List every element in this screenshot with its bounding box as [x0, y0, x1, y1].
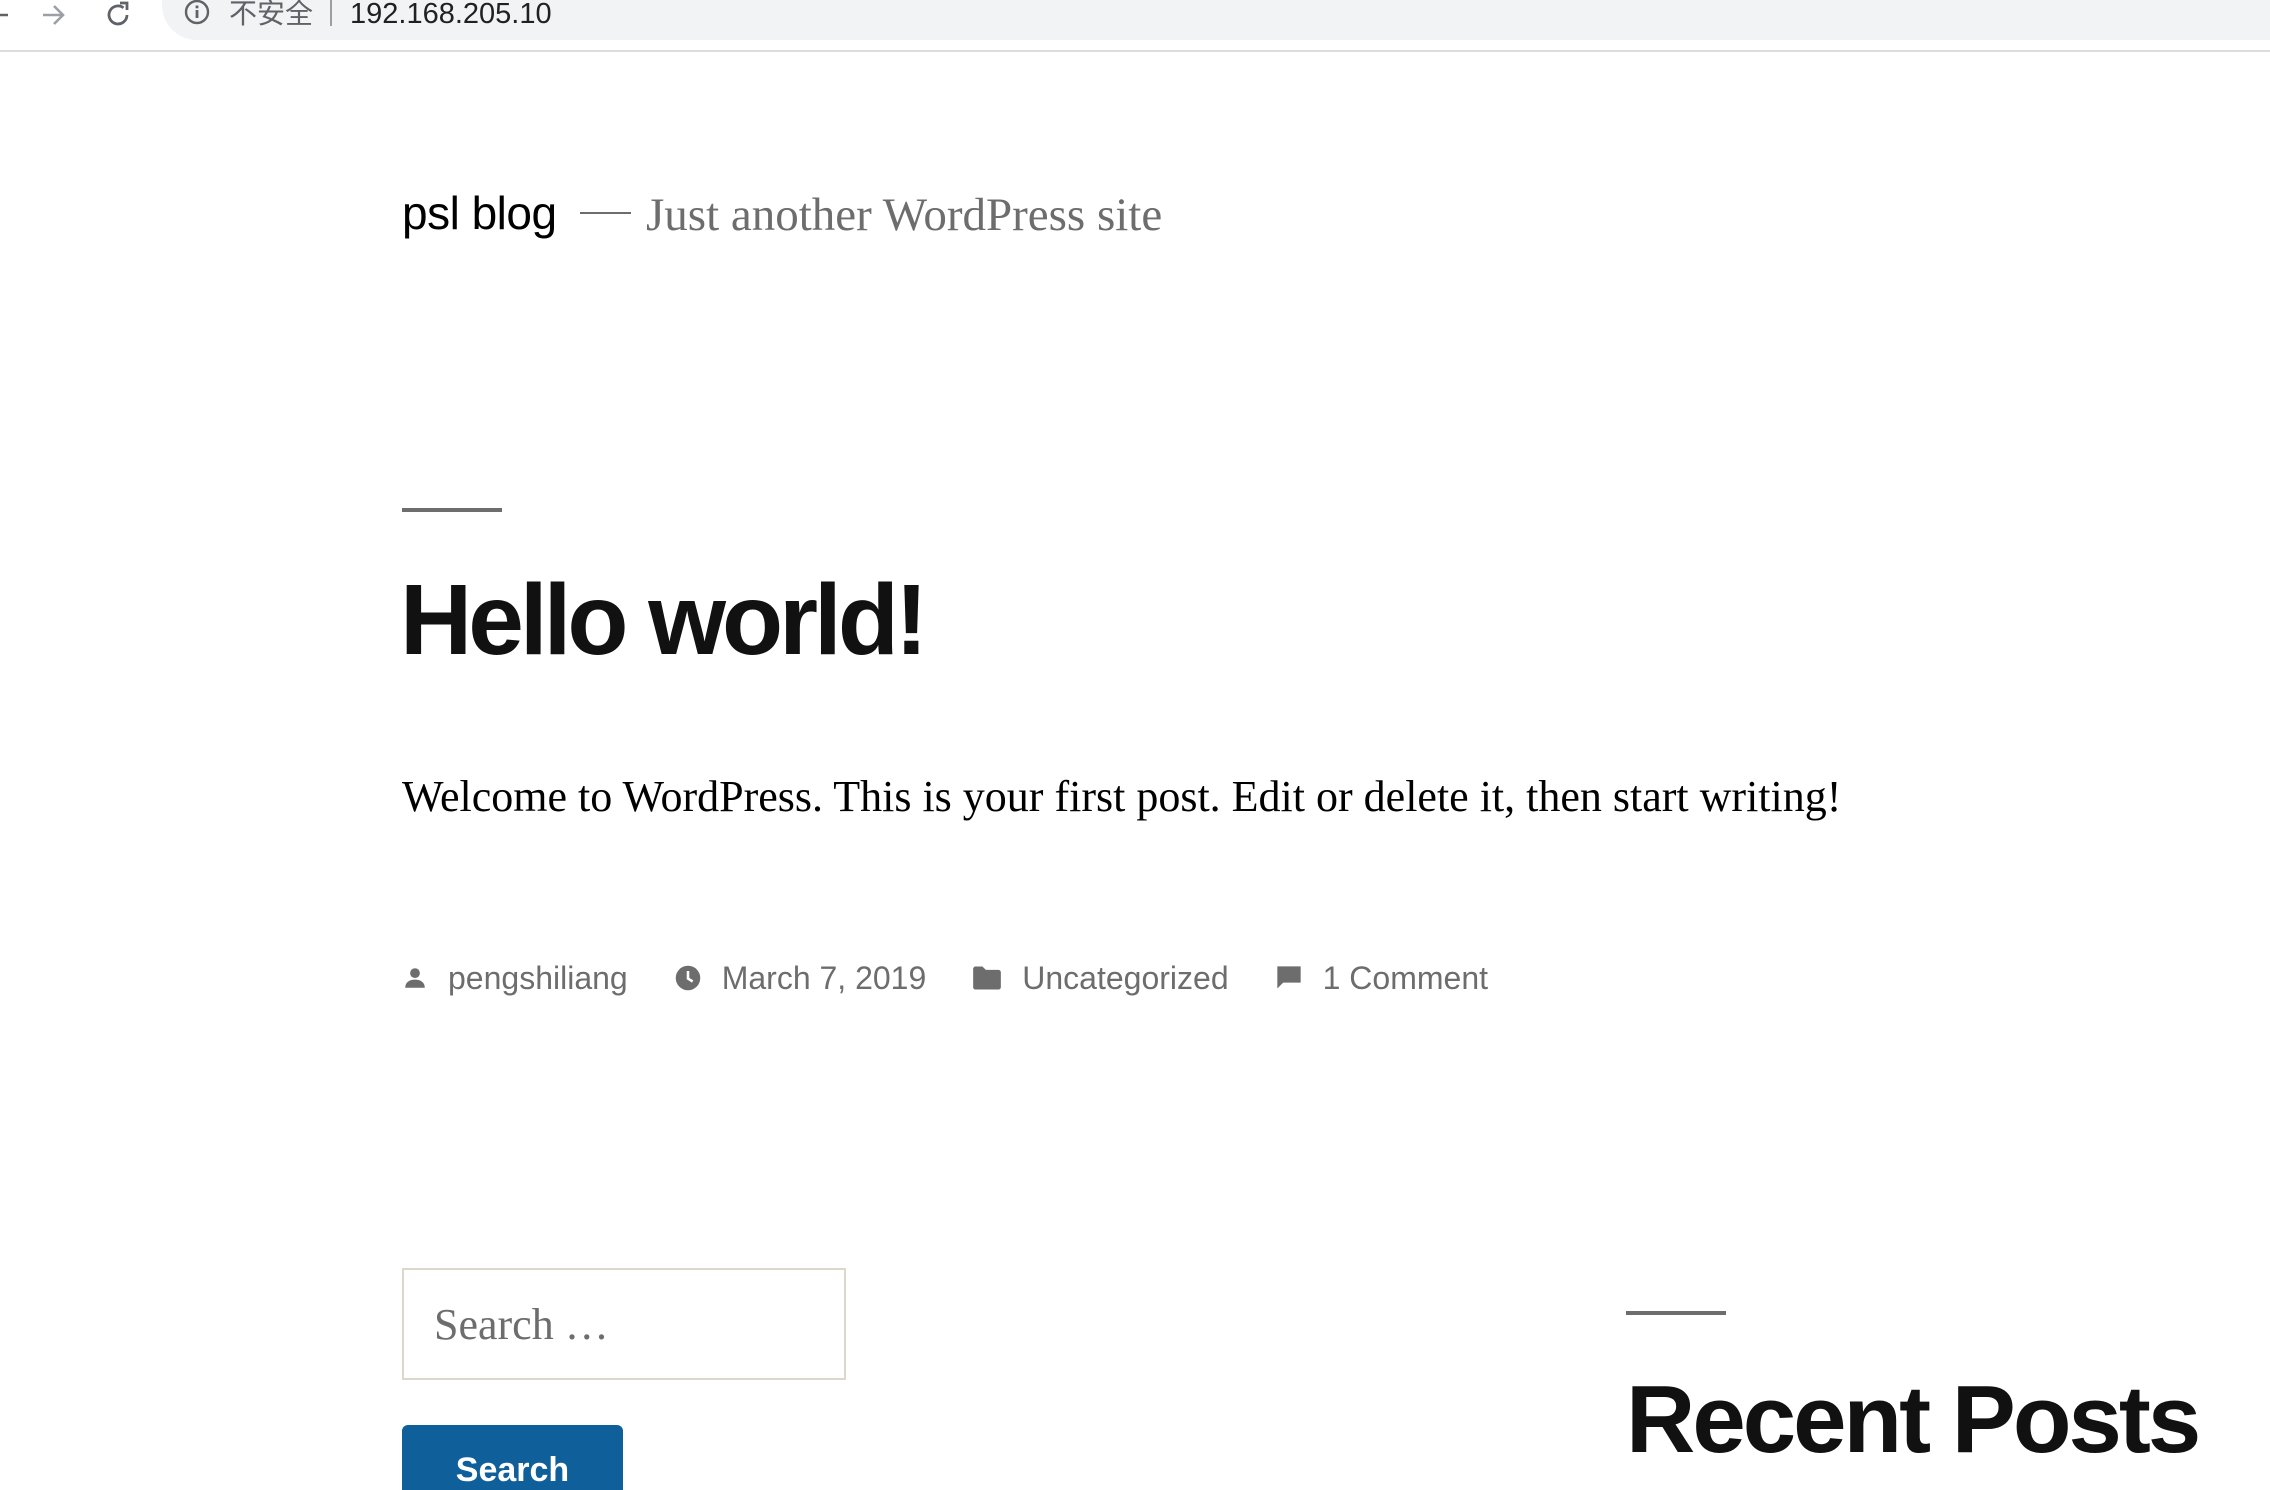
arrow-left-icon [0, 13, 8, 17]
reload-icon [107, 1, 129, 26]
author-link[interactable]: pengshiliang [448, 960, 628, 997]
post-content: Welcome to WordPress. This is your first… [402, 772, 1842, 821]
date-link[interactable]: March 7, 2019 [722, 960, 927, 997]
site-title[interactable]: psl blog [402, 183, 557, 243]
post-title[interactable]: Hello world! [400, 560, 928, 680]
recent-posts-heading: Recent Posts [1626, 1366, 2201, 1473]
security-label[interactable]: 不安全 [229, 0, 313, 31]
comment-icon [1276, 966, 1301, 989]
category-link[interactable]: Uncategorized [1022, 960, 1228, 997]
arrow-right-icon [43, 5, 65, 25]
title-separator [580, 212, 631, 214]
comments-link[interactable]: 1 Comment [1323, 960, 1488, 997]
post-date: March 7, 2019 [674, 960, 927, 997]
url-text[interactable]: 192.168.205.10 [350, 0, 552, 31]
forward-button[interactable] [33, 0, 73, 30]
site-tagline: Just another WordPress site [646, 189, 1163, 241]
back-button[interactable] [0, 0, 18, 30]
browser-toolbar: 不安全 192.168.205.10 [0, 0, 2270, 52]
omnibox-divider [330, 0, 332, 26]
search-input[interactable] [402, 1268, 846, 1380]
post-category: Uncategorized [972, 960, 1229, 997]
post-meta: pengshiliang March 7, 2019 Uncategorized… [402, 952, 1534, 1004]
recent-posts-divider [1626, 1311, 1726, 1315]
info-icon[interactable] [182, 0, 212, 30]
user-icon [405, 968, 425, 988]
reload-button[interactable] [98, 0, 138, 30]
page: 不安全 192.168.205.10 psl blog Just another… [0, 0, 2270, 1490]
clock-icon [675, 965, 700, 991]
post-divider [402, 508, 502, 512]
post-author: pengshiliang [402, 960, 628, 997]
folder-icon [973, 966, 1002, 990]
post-comments: 1 Comment [1275, 960, 1488, 997]
search-button[interactable]: Search [402, 1425, 623, 1490]
